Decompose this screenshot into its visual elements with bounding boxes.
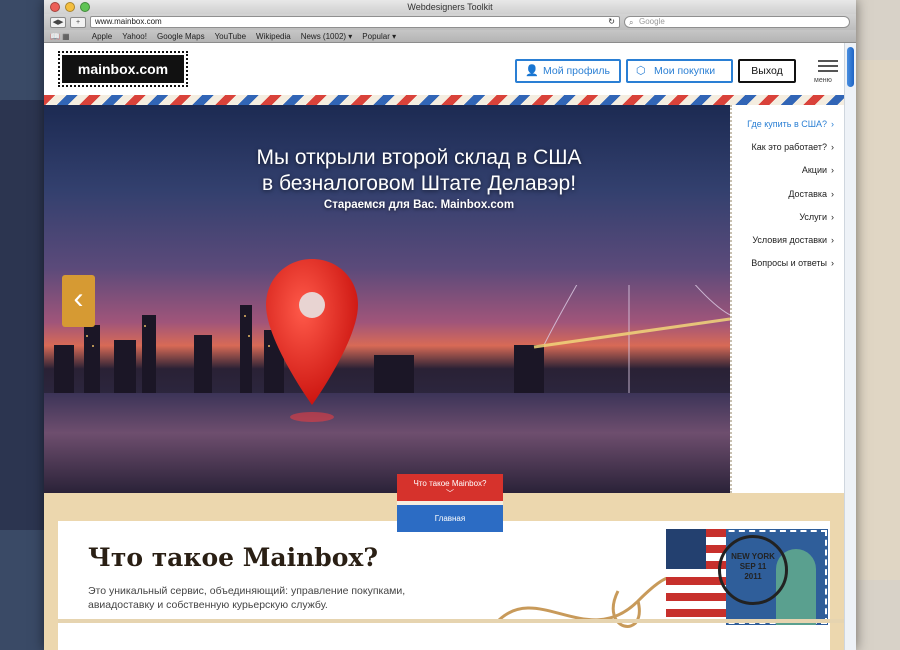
chevron-right-icon: › <box>831 165 834 176</box>
bookmark-popular[interactable]: Popular ▾ <box>362 32 396 41</box>
postmark-date: SEP 11 <box>739 562 767 571</box>
chevron-right-icon: › <box>831 188 834 199</box>
side-nav-promotions[interactable]: Акции › <box>732 163 844 186</box>
side-nav-label: Услуги <box>799 211 827 222</box>
hero-title-line-1: Мы открыли второй склад в США <box>256 146 582 169</box>
hero-title: Мы открыли второй склад в США в безналог… <box>204 145 634 197</box>
hero-slider: Мы открыли второй склад в США в безналог… <box>44 105 730 493</box>
backdrop-left <box>0 100 44 530</box>
logout-button[interactable]: Выход <box>738 59 796 83</box>
flag-stars <box>666 529 706 569</box>
side-nav-label: Акции <box>801 165 827 176</box>
city-skyline-image <box>54 285 730 395</box>
side-nav-delivery[interactable]: Доставка › <box>732 187 844 210</box>
postmark-year: 2011 <box>744 572 762 581</box>
browser-window: Webdesigners Toolkit ◀▶ + www.mainbox.co… <box>44 0 856 650</box>
about-card: Что такое Mainbox? Это уникальный сервис… <box>58 521 844 650</box>
side-nav-label: Доставка <box>788 188 827 199</box>
site-logo[interactable]: mainbox.com <box>58 51 188 87</box>
box-icon: ⬡ <box>636 65 646 77</box>
tab-top-label: Что такое Mainbox? <box>413 479 487 488</box>
bookmark-yahoo[interactable]: Yahoo! <box>122 32 147 41</box>
search-icon: ⌕ <box>629 18 634 27</box>
bookmark-youtube[interactable]: YouTube <box>215 32 246 41</box>
profile-button[interactable]: 👤 Мой профиль <box>515 59 621 83</box>
side-nav-faq[interactable]: Вопросы и ответы › <box>732 256 844 279</box>
chevron-right-icon: › <box>831 211 834 222</box>
river-water <box>44 393 730 493</box>
tab-what-is-mainbox[interactable]: Что такое Mainbox? ﹀ <box>397 474 503 501</box>
hero-subtitle: Стараемся для Вас. Mainbox.com <box>323 199 515 211</box>
chevron-right-icon: › <box>831 142 834 153</box>
backdrop-right <box>856 60 900 580</box>
side-nav-label: Где купить в США? <box>747 119 827 129</box>
close-icon[interactable] <box>50 2 60 12</box>
section-tab-badge[interactable]: Что такое Mainbox? ﹀ Главная <box>397 474 503 532</box>
vertical-scrollbar[interactable] <box>844 43 856 650</box>
hero-title-line-2: в безналоговом Штате Делавэр! <box>261 172 577 195</box>
add-bookmark-button[interactable]: + <box>70 16 86 28</box>
minimize-icon[interactable] <box>65 2 75 12</box>
postmark-city: NEW YORK <box>731 552 775 561</box>
address-bar[interactable]: www.mainbox.com ↻ <box>90 16 620 28</box>
window-controls <box>50 2 90 12</box>
search-placeholder: Google <box>639 17 665 26</box>
browser-toolbar: ◀▶ + www.mainbox.com ↻ ⌕ Google <box>44 14 856 30</box>
side-nav-label: Вопросы и ответы <box>751 258 827 269</box>
side-nav-label: Условия доставки <box>752 234 827 245</box>
twine-decoration <box>498 575 678 628</box>
postage-stamp-image: NEW YORK SEP 11 2011 <box>666 529 828 625</box>
menu-label[interactable]: меню <box>814 77 832 84</box>
reload-icon[interactable]: ↻ <box>608 17 615 27</box>
back-forward-button[interactable]: ◀▶ <box>50 16 66 28</box>
url-text: www.mainbox.com <box>95 17 162 26</box>
about-text: Это уникальный сервис, объединяющий: упр… <box>88 585 406 611</box>
scrollbar-thumb[interactable] <box>847 47 854 87</box>
map-pin-icon <box>266 259 358 422</box>
side-navigation: Где купить в США? › Как это работает? › Ак… <box>730 105 844 493</box>
search-input[interactable]: ⌕ Google <box>624 16 850 28</box>
side-nav-delivery-terms[interactable]: Условия доставки › <box>732 233 844 256</box>
bookmarks-bar: 📖 ▦ Apple Yahoo! Google Maps YouTube Wik… <box>44 30 856 43</box>
user-icon: 👤 <box>525 65 539 77</box>
bookmark-google-maps[interactable]: Google Maps <box>157 32 205 41</box>
airmail-stripe <box>44 95 844 105</box>
zoom-icon[interactable] <box>80 2 90 12</box>
bookmark-apple[interactable]: Apple <box>92 32 112 41</box>
orders-label: Мои покупки <box>654 65 716 77</box>
chevron-right-icon: › <box>831 234 834 245</box>
slider-prev-button[interactable]: ‹ <box>62 275 95 327</box>
chevron-right-icon: › <box>831 119 834 129</box>
tape-band <box>58 619 844 623</box>
tab-bottom-label: Главная <box>434 514 466 523</box>
orders-button[interactable]: ⬡ Мои покупки <box>626 59 733 83</box>
site-header: mainbox.com 👤 Мой профиль ⬡ Мои покупки … <box>44 43 844 95</box>
bookmarks-book-icon[interactable]: 📖 ▦ <box>50 32 70 41</box>
chevron-down-icon: ﹀ <box>446 489 454 498</box>
side-nav-label: Как это работает? <box>751 142 827 153</box>
bookmark-wikipedia[interactable]: Wikipedia <box>256 32 291 41</box>
chevron-right-icon: › <box>831 258 834 269</box>
side-nav-services[interactable]: Услуги › <box>732 210 844 233</box>
hamburger-menu-icon[interactable] <box>818 60 838 75</box>
tab-home[interactable]: Главная <box>397 505 503 532</box>
postmark: NEW YORK SEP 11 2011 <box>718 535 788 605</box>
window-title: Webdesigners Toolkit <box>407 2 493 12</box>
title-bar: Webdesigners Toolkit <box>44 0 856 14</box>
hero-section: Мы открыли второй склад в США в безналог… <box>44 105 844 493</box>
side-nav-where-to-buy[interactable]: Где купить в США? › <box>732 117 844 140</box>
side-nav-how-it-works[interactable]: Как это работает? › <box>732 140 844 163</box>
bookmark-news[interactable]: News (1002) ▾ <box>301 32 353 41</box>
profile-label: Мой профиль <box>543 65 610 77</box>
side-nav-list: Где купить в США? › Как это работает? › Ак… <box>732 117 844 279</box>
about-title: Что такое Mainbox? <box>88 543 378 572</box>
web-page: mainbox.com 👤 Мой профиль ⬡ Мои покупки … <box>44 43 844 650</box>
